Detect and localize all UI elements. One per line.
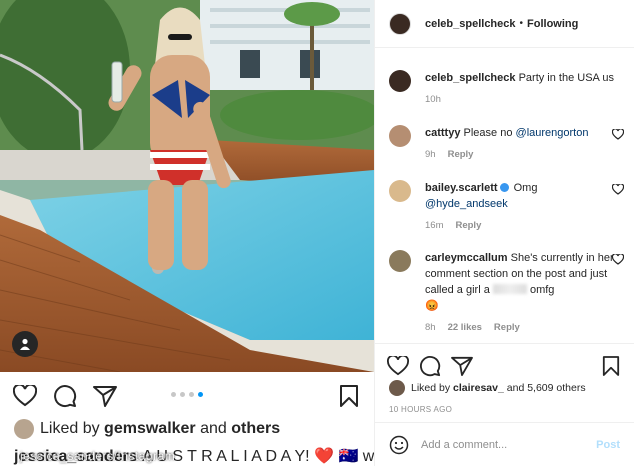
comment-body: celeb_spellcheck Party in the USA us 10h [425,70,624,108]
comment-username[interactable]: bailey.scarlett [425,182,498,194]
comment-time: 10h [425,94,441,105]
comment-meta: 8h 22 likes Reply [425,320,624,336]
header-username[interactable]: celeb_spellcheck [425,18,516,30]
redacted-word [492,284,527,294]
post-comment-button[interactable]: Post [596,439,620,451]
carousel-dot [198,392,203,397]
post-timestamp[interactable]: 10 HOURS AGO [389,405,452,414]
comment-mention[interactable]: @laurengorton [516,127,589,139]
comments-panel: celeb_spellcheck • Following celeb_spell… [374,0,634,466]
heart-icon[interactable] [612,254,624,265]
comment-item: catttyy Please no @laurengorton 9h Reply [389,125,624,163]
header-avatar[interactable] [389,12,411,35]
comment-text: Party in the USA us [518,72,614,84]
comment-body: catttyy Please no @laurengorton 9h Reply [425,125,624,163]
comment-text-end: omfg [529,284,555,296]
comment-item: bailey.scarlett Omg @hyde_andseek 16m Re… [389,180,624,234]
liked-by-and: and [200,420,227,437]
verified-badge-icon [499,183,509,192]
add-comment-bar: Post [375,422,634,466]
emoji-icon[interactable] [389,435,409,455]
comment-avatar[interactable] [389,70,411,92]
comment-time: 8h [425,322,436,333]
comment-item: carleymccallum She's currently in her co… [389,250,624,336]
share-icon [451,356,473,376]
comment-text: Please no [463,127,513,139]
save-button[interactable] [598,353,624,379]
carousel-dot [189,392,194,397]
user-tag-icon [20,338,30,350]
comment-username[interactable]: catttyy [425,127,460,139]
post-panel: Liked by gemswalker and others jessica_s… [0,0,391,466]
comment-mention[interactable]: @hyde_andseek [425,198,508,210]
comment-avatar[interactable] [389,125,411,147]
liked-by-user[interactable]: gemswalker [104,420,196,438]
angry-emoji-icon: 😡 [425,300,439,312]
heart-icon[interactable] [612,184,624,195]
heart-icon [387,356,409,376]
bookmark-icon [602,356,620,376]
comment-meta: 10h [425,92,624,108]
carousel-dot [180,392,185,397]
photo-credit: jessica_sanders/Instagram [20,449,176,463]
comment-avatar[interactable] [389,250,411,272]
reply-button[interactable]: Reply [448,147,474,163]
heart-icon[interactable] [612,129,624,140]
comment-meta: 16m Reply [425,218,624,234]
comment-username[interactable]: celeb_spellcheck [425,72,516,84]
comment-meta: 9h Reply [425,147,624,163]
comment-time: 9h [425,149,436,160]
comment-likes[interactable]: 22 likes [448,320,482,336]
user-tag-button[interactable] [12,331,38,357]
likes-user[interactable]: clairesav_ [453,382,504,394]
post-header: celeb_spellcheck • Following [375,0,634,48]
reply-button[interactable]: Reply [494,320,520,336]
carousel-dot [171,392,176,397]
caption-text: A U S T R A L I A D A Y! ❤️ 🇦🇺 with [142,448,392,465]
comment-item: celeb_spellcheck Party in the USA us 10h [389,70,624,108]
like-button[interactable] [385,353,411,379]
comment-button[interactable] [417,353,443,379]
carousel-indicator [0,392,374,397]
comment-body: carleymccallum She's currently in her co… [425,250,624,336]
comment-body: bailey.scarlett Omg @hyde_andseek 16m Re… [425,180,624,234]
panel-liked-by: Liked by clairesav_ and 5,609 others [389,380,586,396]
following-button[interactable]: Following [527,18,578,30]
reply-button[interactable]: Reply [455,218,481,234]
comment-username[interactable]: carleymccallum [425,252,508,264]
share-button[interactable] [449,353,475,379]
liker-avatar [14,419,34,439]
liked-by-others[interactable]: others [231,420,280,438]
header-separator: • [519,18,524,29]
add-comment-input[interactable] [421,438,597,451]
comment-avatar[interactable] [389,180,411,202]
comment-text: Omg [513,182,538,194]
likes-count[interactable]: and 5,609 others [507,382,586,394]
post-action-bar [12,383,362,411]
liker-avatar[interactable] [389,380,405,396]
comment-icon [420,356,441,377]
post-liked-by: Liked by gemswalker and others [14,419,280,439]
likes-prefix: Liked by [411,382,451,394]
post-photo[interactable] [0,0,374,372]
comment-time: 16m [425,220,444,231]
post-photo-illustration [0,0,374,372]
liked-by-prefix: Liked by [40,420,100,437]
